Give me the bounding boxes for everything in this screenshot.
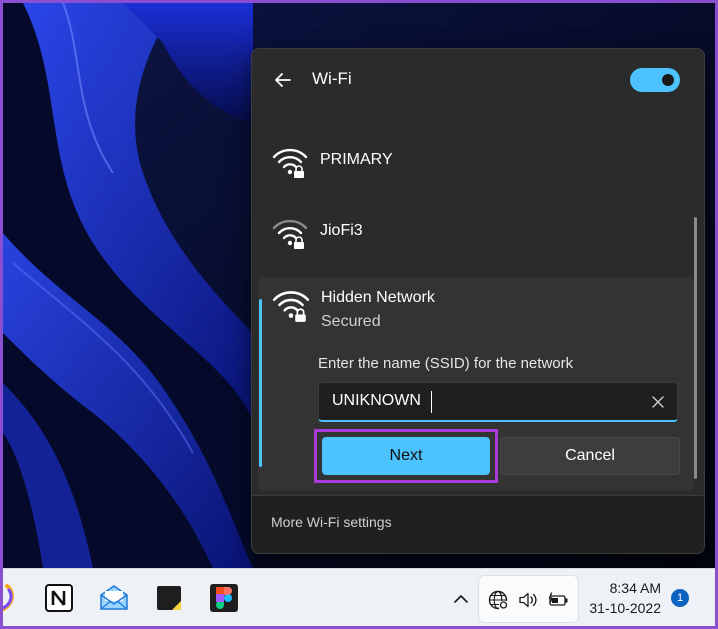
cancel-button[interactable]: Cancel: [500, 437, 680, 475]
network-name: JioFi3: [320, 222, 363, 239]
ssid-value: UNIKNOWN: [332, 392, 421, 409]
toggle-knob: [662, 74, 674, 86]
back-arrow-icon[interactable]: [270, 67, 296, 93]
network-item-hidden-expanded: Hidden Network Secured Enter the name (S…: [258, 277, 694, 491]
wifi-secured-icon: [272, 219, 308, 249]
quick-settings-tray[interactable]: [478, 575, 579, 623]
wifi-secured-icon: [272, 291, 310, 322]
wifi-title: Wi-Fi: [312, 69, 352, 88]
flyout-footer: More Wi-Fi settings: [252, 495, 704, 553]
globe-network-icon: [488, 590, 508, 610]
network-name: PRIMARY: [320, 151, 393, 168]
wifi-secured-icon: [272, 148, 308, 178]
notification-badge[interactable]: 1: [671, 589, 689, 607]
ssid-label: Enter the name (SSID) for the network: [318, 355, 574, 372]
more-wifi-settings-link[interactable]: More Wi-Fi settings: [271, 514, 392, 530]
taskbar: 8:34 AM 31-10-2022 1: [3, 568, 715, 626]
wifi-header: Wi-Fi: [252, 49, 704, 111]
selection-accent: [259, 299, 262, 467]
hidden-network-name: Hidden Network: [321, 289, 435, 306]
clock-date: 31-10-2022: [589, 600, 661, 616]
next-button[interactable]: Next: [322, 437, 490, 475]
text-caret: [431, 391, 432, 413]
wifi-flyout: Wi-Fi PRIMARY JioFi3 Hidden Network Secu…: [251, 48, 705, 554]
network-item-jiofi3[interactable]: JioFi3: [252, 198, 692, 266]
network-item-primary[interactable]: PRIMARY: [252, 127, 692, 195]
clear-icon[interactable]: [649, 393, 667, 411]
mail-icon[interactable]: [98, 582, 130, 614]
chevron-up-icon[interactable]: [451, 589, 471, 609]
scrollbar[interactable]: [694, 217, 697, 479]
battery-charging-icon: [548, 592, 568, 606]
copilot-icon[interactable]: [3, 582, 21, 614]
ssid-input[interactable]: UNIKNOWN: [318, 382, 678, 422]
clock[interactable]: 8:34 AM 31-10-2022: [583, 578, 661, 618]
figma-icon[interactable]: [208, 582, 240, 614]
screen-frame: Wi-Fi PRIMARY JioFi3 Hidden Network Secu…: [3, 3, 715, 626]
sticky-notes-icon[interactable]: [153, 582, 185, 614]
wifi-toggle[interactable]: [630, 68, 680, 92]
hidden-network-status: Secured: [321, 313, 381, 330]
clock-time: 8:34 AM: [609, 580, 661, 596]
notion-icon[interactable]: [43, 582, 75, 614]
speaker-icon: [519, 592, 537, 608]
